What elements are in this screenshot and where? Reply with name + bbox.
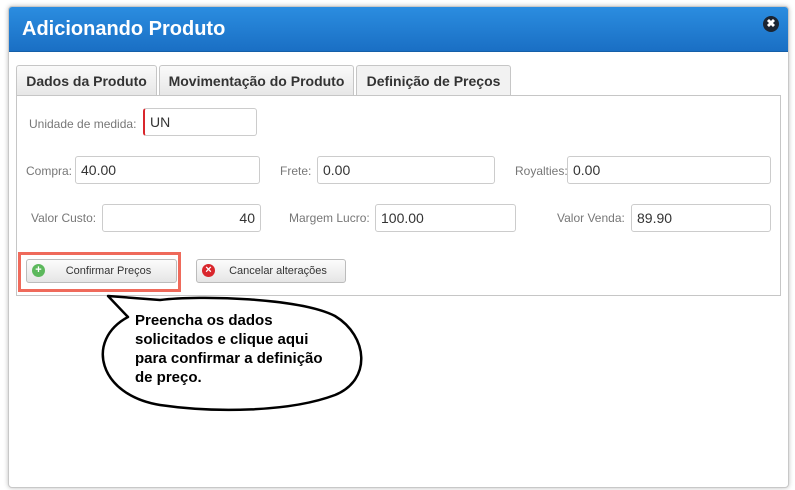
dialog-titlebar: Adicionando Produto ✖ bbox=[9, 7, 788, 52]
valor-custo-input[interactable]: 40 bbox=[102, 204, 261, 232]
tab-dados-produto[interactable]: Dados da Produto bbox=[16, 65, 157, 96]
valor-venda-label: Valor Venda: bbox=[557, 211, 625, 225]
royalties-input[interactable]: 0.00 bbox=[567, 156, 771, 184]
add-product-dialog: Adicionando Produto ✖ Dados da Produto M… bbox=[8, 6, 789, 488]
unidade-input[interactable]: UN bbox=[143, 108, 257, 136]
margem-lucro-label: Margem Lucro: bbox=[289, 211, 370, 225]
tab-definicao-precos[interactable]: Definição de Preços bbox=[356, 65, 511, 97]
royalties-label: Royalties: bbox=[515, 164, 568, 178]
compra-label: Compra: bbox=[26, 164, 73, 178]
frete-input[interactable]: 0.00 bbox=[317, 156, 495, 184]
valor-venda-input[interactable]: 89.90 bbox=[631, 204, 771, 232]
callout-text: Preencha os dados solicitados e clique a… bbox=[135, 312, 323, 386]
valor-custo-label: Valor Custo: bbox=[31, 211, 97, 225]
confirm-prices-button[interactable]: + Confirmar Preços bbox=[26, 259, 177, 283]
compra-input[interactable]: 40.00 bbox=[75, 156, 260, 184]
confirm-prices-label: Confirmar Preços bbox=[65, 265, 152, 277]
cancel-changes-button[interactable]: × Cancelar alterações bbox=[196, 259, 346, 283]
cancel-changes-label: Cancelar alterações bbox=[229, 265, 327, 277]
unidade-label: Unidade de medida: bbox=[29, 117, 137, 131]
tab-movimentacao-produto[interactable]: Movimentação do Produto bbox=[159, 65, 354, 96]
close-icon[interactable]: ✖ bbox=[763, 16, 779, 32]
dialog-title: Adicionando Produto bbox=[22, 18, 226, 40]
margem-lucro-input[interactable]: 100.00 bbox=[375, 204, 516, 232]
frete-label: Frete: bbox=[280, 164, 312, 178]
